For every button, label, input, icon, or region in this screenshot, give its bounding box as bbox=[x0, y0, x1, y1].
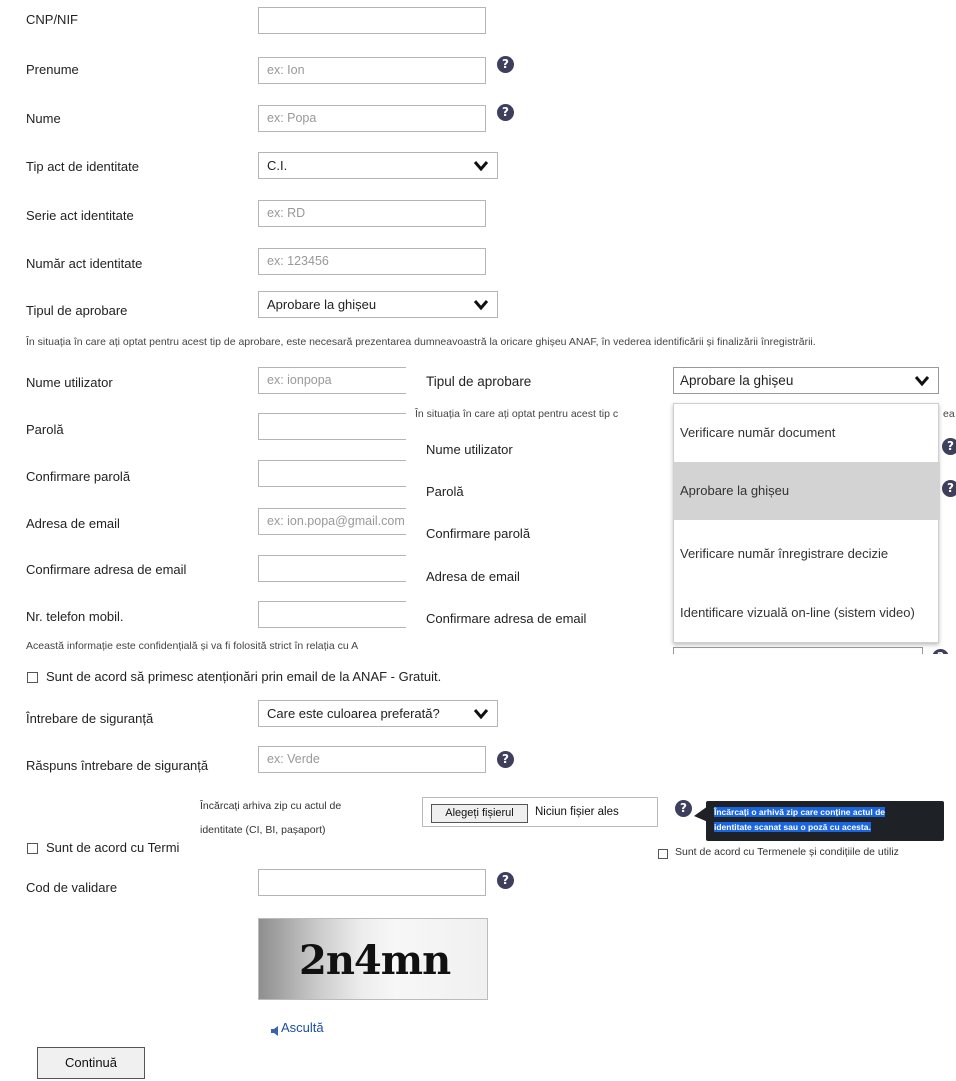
numar-input[interactable]: ex: 123456 bbox=[258, 248, 486, 275]
confirm-email-label: Confirmare adresa de email bbox=[26, 562, 187, 577]
parola-label: Parolă bbox=[26, 422, 64, 437]
overlay-phone-input[interactable] bbox=[673, 647, 923, 654]
tip-act-value: C.I. bbox=[267, 158, 288, 173]
tip-aprobare-dropdown-list[interactable]: Verificare număr document Aprobare la gh… bbox=[673, 403, 940, 643]
telefon-label: Nr. telefon mobil. bbox=[26, 609, 124, 624]
tip-act-select[interactable]: C.I. bbox=[258, 152, 498, 179]
help-icon[interactable]: ? bbox=[497, 751, 514, 768]
overlay-user-label: Nume utilizator bbox=[426, 442, 513, 457]
chevron-down-icon bbox=[473, 709, 489, 720]
terms-checkbox[interactable] bbox=[27, 843, 38, 854]
confidential-note: Această informație este confidențială și… bbox=[26, 640, 359, 652]
overlay-confirm-email-label: Confirmare adresa de email bbox=[426, 611, 587, 626]
cod-input[interactable] bbox=[258, 869, 486, 896]
notify-checkbox-label: Sunt de acord să primesc atenționări pri… bbox=[46, 669, 442, 684]
no-file-text: Niciun fișier ales bbox=[535, 806, 619, 818]
help-icon[interactable]: ? bbox=[942, 480, 956, 497]
overlay-note: În situația în care ați optat pentru ace… bbox=[415, 408, 619, 420]
help-icon[interactable]: ? bbox=[497, 104, 514, 121]
serie-label: Serie act identitate bbox=[26, 208, 134, 223]
intrebare-label: Întrebare de siguranță bbox=[26, 711, 154, 726]
serie-input[interactable]: ex: RD bbox=[258, 200, 486, 227]
help-icon[interactable]: ? bbox=[497, 872, 514, 889]
choose-file-button[interactable]: Alegeți fișierul bbox=[431, 804, 528, 823]
dropdown-option[interactable]: Identificare vizuală on-line (sistem vid… bbox=[674, 584, 940, 642]
upload-label-line2: identitate (CI, BI, pașaport) bbox=[200, 824, 326, 836]
overlay-panel: Tipul de aprobare Aprobare la ghișeu În … bbox=[406, 362, 956, 654]
confirm-parola-label: Confirmare parolă bbox=[26, 469, 131, 484]
cnp-label: CNP/NIF bbox=[26, 12, 78, 27]
upload-tooltip: Încărcați o arhivă zip care conține actu… bbox=[706, 801, 944, 841]
overlay-parola-label: Parolă bbox=[426, 484, 464, 499]
aprobare-note: În situația în care ați optat pentru ace… bbox=[26, 336, 816, 348]
nume-label: Nume bbox=[26, 111, 61, 126]
upload-label-line1: Încărcați arhiva zip cu actul de bbox=[200, 800, 342, 812]
cnp-input[interactable] bbox=[258, 7, 486, 34]
raspuns-label: Răspuns întrebare de siguranță bbox=[26, 758, 209, 773]
raspuns-input[interactable]: ex: Verde bbox=[258, 746, 486, 773]
nume-input[interactable]: ex: Popa bbox=[258, 105, 486, 132]
intrebare-value: Care este culoarea preferată? bbox=[267, 706, 440, 721]
chevron-down-icon bbox=[473, 300, 489, 311]
notify-checkbox[interactable] bbox=[27, 672, 38, 683]
captcha-text: 2n4mn bbox=[299, 937, 451, 984]
overlay-email-label: Adresa de email bbox=[426, 569, 520, 584]
user-label: Nume utilizator bbox=[26, 375, 113, 390]
tip-aprobare-label: Tipul de aprobare bbox=[26, 303, 128, 318]
captcha-image: 2n4mn bbox=[258, 918, 488, 1000]
cod-label: Cod de validare bbox=[26, 880, 118, 895]
tip-aprobare-select[interactable]: Aprobare la ghișeu bbox=[258, 291, 498, 318]
asculta-link[interactable]: Ascultă bbox=[281, 1020, 324, 1035]
prenume-input[interactable]: ex: Ion bbox=[258, 57, 486, 84]
dropdown-option[interactable]: Verificare număr document bbox=[674, 404, 940, 462]
dropdown-option[interactable]: Verificare număr înregistrare decizie bbox=[674, 525, 940, 583]
intrebare-select[interactable]: Care este culoarea preferată? bbox=[258, 700, 498, 727]
speaker-icon[interactable] bbox=[271, 1024, 281, 1036]
help-icon[interactable]: ? bbox=[942, 438, 956, 455]
numar-label: Număr act identitate bbox=[26, 256, 143, 271]
terms-overlap-checkbox[interactable] bbox=[658, 849, 668, 859]
email-label: Adresa de email bbox=[26, 516, 120, 531]
overlay-tip-aprobare-label: Tipul de aprobare bbox=[426, 374, 532, 389]
overlay-tip-aprobare-value: Aprobare la ghișeu bbox=[680, 373, 794, 388]
terms-overlap-label: Sunt de acord cu Termenele și condițiile… bbox=[675, 846, 899, 858]
tip-act-label: Tip act de identitate bbox=[26, 159, 139, 174]
chevron-down-icon bbox=[914, 376, 930, 387]
overlay-note-tail: ea bbox=[943, 408, 955, 420]
terms-checkbox-label: Sunt de acord cu Termi bbox=[46, 840, 180, 855]
overlay-confirm-parola-label: Confirmare parolă bbox=[426, 526, 531, 541]
tip-aprobare-value: Aprobare la ghișeu bbox=[267, 297, 377, 312]
help-icon[interactable]: ? bbox=[932, 649, 949, 654]
tooltip-line2: identitate scanat sau o poză cu acesta. bbox=[714, 822, 871, 832]
overlay-tip-aprobare-select[interactable]: Aprobare la ghișeu bbox=[673, 367, 939, 394]
upload-overlay: Încărcați arhiva zip cu actul de identit… bbox=[190, 794, 956, 864]
chevron-down-icon bbox=[473, 161, 489, 172]
help-icon[interactable]: ? bbox=[497, 56, 514, 73]
help-icon[interactable]: ? bbox=[675, 800, 692, 817]
prenume-label: Prenume bbox=[26, 62, 79, 77]
tooltip-line1: Încărcați o arhivă zip care conține actu… bbox=[714, 807, 886, 817]
continua-button[interactable]: Continuă bbox=[37, 1047, 145, 1079]
dropdown-option-selected[interactable]: Aprobare la ghișeu bbox=[674, 462, 940, 520]
